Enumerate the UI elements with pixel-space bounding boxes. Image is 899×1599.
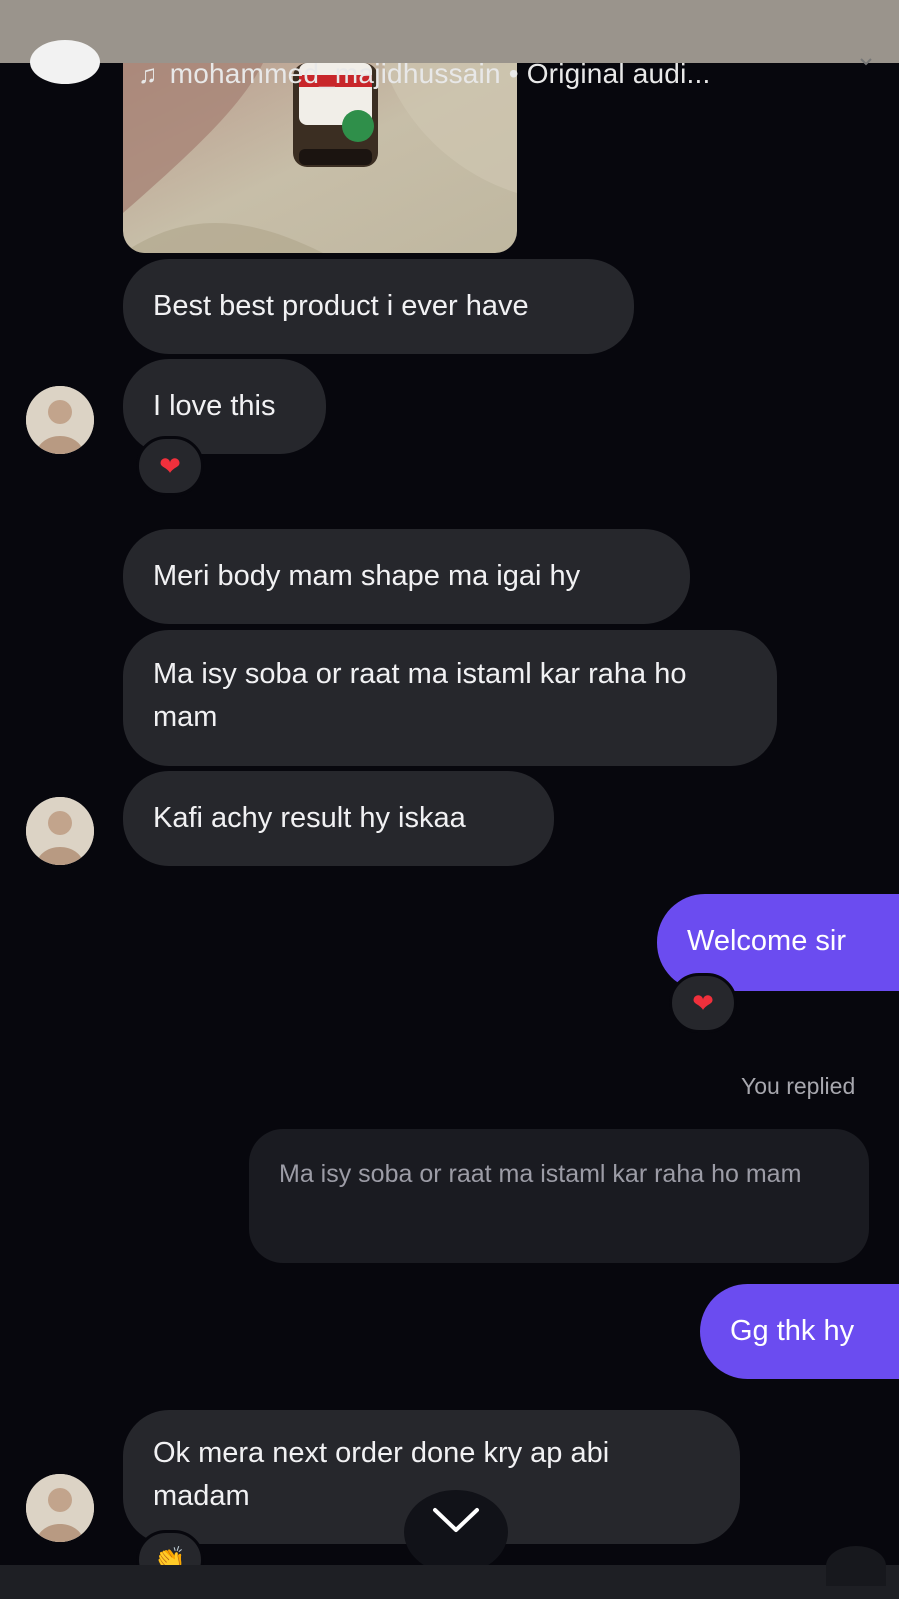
music-note-icon: ♫ — [138, 59, 158, 89]
quoted-text: Ma isy soba or raat ma istaml kar raha h… — [279, 1160, 802, 1188]
audio-label: mohammed_majidhussain • Original audi... — [169, 58, 711, 89]
message-text: I love this — [153, 390, 276, 422]
top-status-area — [0, 0, 899, 63]
shared-reel-thumbnail[interactable] — [123, 63, 517, 253]
chevron-down-icon[interactable] — [860, 58, 872, 66]
message-text: Gg thk hy — [730, 1315, 855, 1347]
product-photo — [123, 63, 517, 253]
heart-reaction[interactable]: ❤ — [669, 973, 737, 1033]
you-replied-label: You replied — [741, 1073, 856, 1099]
message-text: Welcome sir — [687, 925, 846, 957]
sender-avatar[interactable] — [26, 797, 94, 865]
heart-icon: ❤ — [692, 987, 714, 1018]
quoted-reply[interactable]: Ma isy soba or raat ma istaml kar raha h… — [249, 1129, 869, 1263]
audio-attribution[interactable]: ♫ mohammed_majidhussain • Original audi..… — [138, 58, 710, 90]
message-text: Meri body mam shape ma igai hy — [153, 560, 581, 592]
message-text: Kafi achy result hy iskaa — [153, 802, 466, 834]
message-text: Best best product i ever have — [153, 290, 529, 322]
message-bubble[interactable]: Ma isy soba or raat ma istaml kar raha h… — [123, 630, 777, 766]
heart-reaction[interactable]: ❤ — [136, 436, 204, 496]
corner-button[interactable] — [826, 1546, 886, 1586]
header-avatar[interactable] — [30, 40, 100, 84]
bottom-bar — [0, 1565, 899, 1599]
message-text: Ok mera next order done kry ap abi madam — [153, 1437, 610, 1512]
heart-icon: ❤ — [159, 450, 181, 481]
chat-screen: ♫ mohammed_majidhussain • Original audi..… — [0, 0, 899, 1599]
sender-avatar[interactable] — [26, 386, 94, 454]
message-text: Ma isy soba or raat ma istaml kar raha h… — [153, 658, 687, 733]
message-bubble-outgoing[interactable]: Gg thk hy — [700, 1284, 899, 1379]
message-bubble[interactable]: Meri body mam shape ma igai hy — [123, 529, 690, 624]
chevron-down-icon — [433, 1508, 479, 1532]
sender-avatar[interactable] — [26, 1474, 94, 1542]
message-bubble[interactable]: Best best product i ever have — [123, 259, 634, 354]
message-bubble[interactable]: Kafi achy result hy iskaa — [123, 771, 554, 866]
scroll-to-bottom-button[interactable] — [404, 1490, 508, 1574]
